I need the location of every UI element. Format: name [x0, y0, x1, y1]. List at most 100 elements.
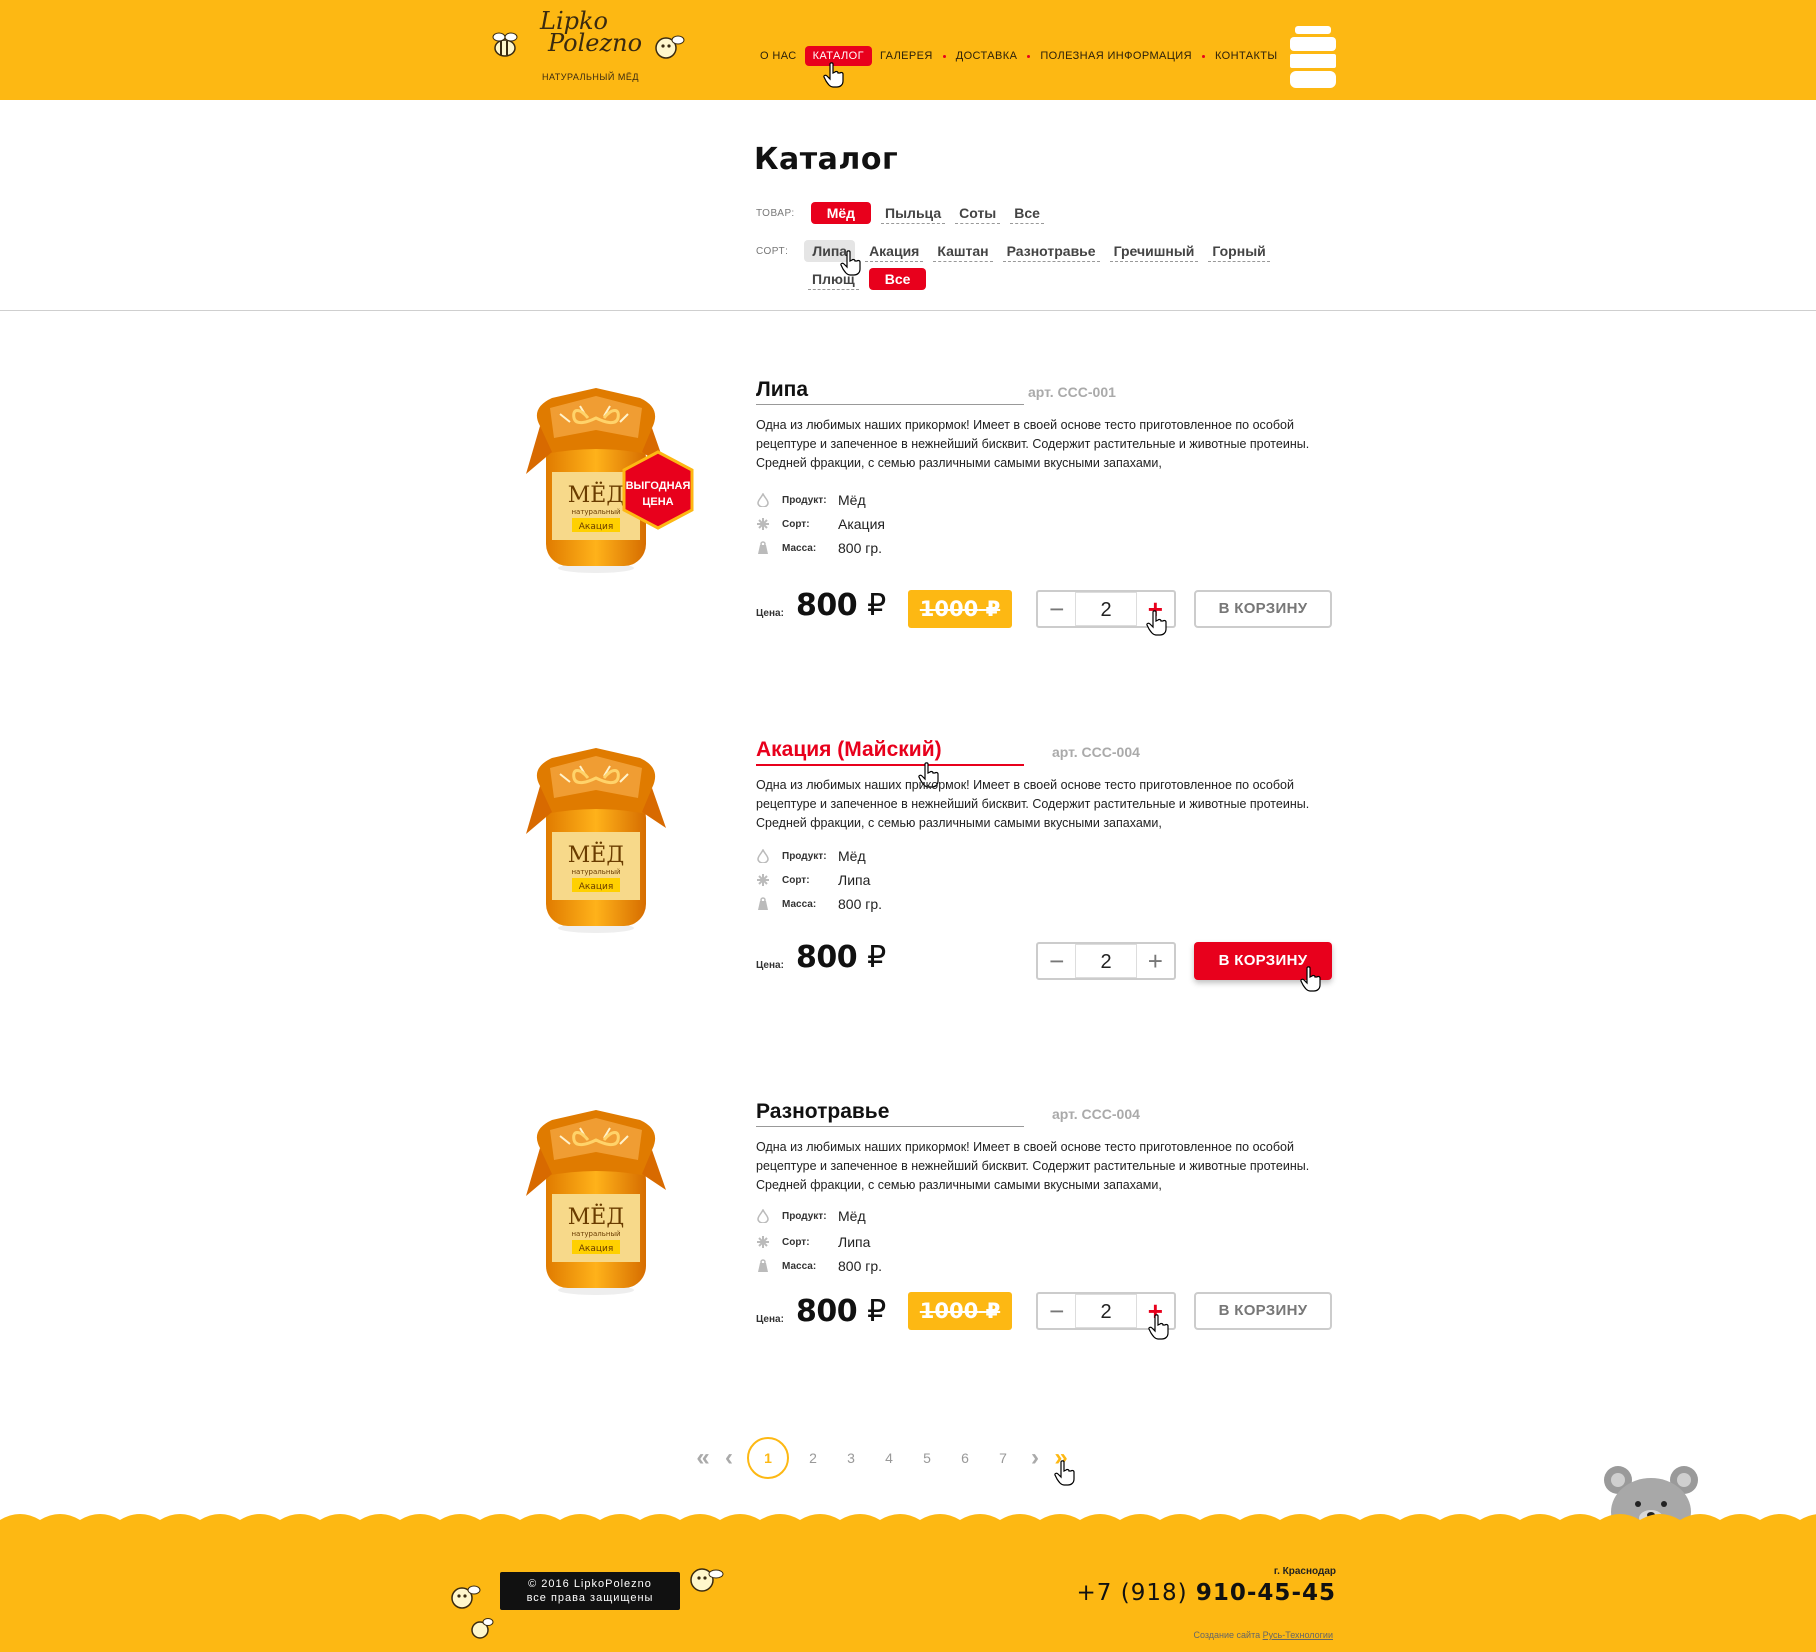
flower-icon [757, 874, 769, 886]
spec-sort-label: Сорт: [782, 874, 810, 886]
weight-icon [758, 1259, 768, 1272]
qty-minus-button[interactable]: − [1038, 1294, 1075, 1328]
product-name[interactable]: Акация (Майский) [756, 738, 1024, 766]
quantity-stepper: − 2 + [1036, 1292, 1176, 1330]
nav-about[interactable]: О нас [752, 46, 805, 66]
nav-catalog[interactable]: Каталог [804, 46, 872, 66]
spec-product: Продукт: Мёд [756, 492, 866, 508]
price: 800 ₽ [796, 1294, 886, 1329]
spec-sort-label: Сорт: [782, 518, 810, 530]
sort-wildflower[interactable]: Разнотравье [1002, 241, 1100, 262]
jar-icon[interactable] [1290, 26, 1336, 88]
bee-icon [492, 32, 518, 57]
product-card: МЁД натуральный Акация Разнотравье арт. … [500, 1100, 1340, 1380]
qty-plus-button[interactable]: + [1137, 1294, 1174, 1328]
bee-icon [451, 1585, 481, 1609]
phone-number[interactable]: +7 (918) 910-45-45 [1077, 1580, 1337, 1606]
site-footer [0, 1520, 1816, 1652]
page-3[interactable]: 3 [832, 1450, 870, 1466]
spec-mass-value: 800 гр. [838, 1258, 883, 1274]
sort-all[interactable]: Все [868, 268, 927, 290]
add-to-cart-button[interactable]: В КОРЗИНУ [1194, 590, 1332, 628]
product-sku: арт. ССС-004 [1052, 1106, 1140, 1122]
filter-all-products[interactable]: Все [1010, 203, 1044, 224]
add-to-cart-button[interactable]: В КОРЗИНУ [1194, 942, 1332, 980]
qty-input[interactable]: 2 [1075, 1294, 1137, 1328]
svg-text:Акация: Акация [579, 522, 614, 532]
logo-text: Lipko Polezno [540, 7, 643, 57]
bee-icon [655, 35, 685, 59]
jar-label-title: МЁД [568, 841, 624, 868]
qty-plus-button[interactable]: + [1137, 592, 1174, 626]
nav-info[interactable]: Полезная информация [1032, 46, 1200, 66]
product-description: Одна из любимых наших прикормок! Имеет в… [756, 1140, 1310, 1192]
flower-icon [757, 1236, 769, 1248]
qty-input[interactable]: 2 [1075, 944, 1137, 978]
divider [0, 310, 1816, 311]
prev-page-button[interactable]: ‹ [716, 1444, 742, 1472]
svg-text:натуральный: натуральный [571, 868, 620, 876]
sort-buckwheat[interactable]: Гречишный [1109, 241, 1199, 262]
page-7[interactable]: 7 [984, 1450, 1022, 1466]
qty-input[interactable]: 2 [1075, 592, 1137, 626]
last-page-button[interactable]: » [1048, 1444, 1074, 1472]
spec-sort: Сорт: Липа [756, 1234, 870, 1250]
nav-contacts[interactable]: Контакты [1207, 46, 1286, 66]
add-to-cart-button[interactable]: В КОРЗИНУ [1194, 1292, 1332, 1330]
page-6[interactable]: 6 [946, 1450, 984, 1466]
product-sku: арт. ССС-001 [1028, 384, 1116, 400]
jar-label-title: МЁД [568, 1203, 624, 1230]
weight-icon [758, 541, 768, 554]
qty-minus-button[interactable]: − [1038, 944, 1075, 978]
product-description: Одна из любимых наших прикормок! Имеет в… [756, 418, 1310, 470]
logo-tagline: НАТУРАЛЬНЫЙ МЁД [542, 72, 639, 82]
sort-acacia[interactable]: Акация [865, 241, 924, 262]
sort-chestnut[interactable]: Каштан [933, 241, 993, 262]
main-nav: О нас Каталог Галерея Доставка Полезная … [752, 46, 1286, 66]
sort-filter: СОРТ: Липа Акация Каштан Разнотравье Гре… [756, 240, 1296, 262]
sort-mountain[interactable]: Горный [1208, 241, 1270, 262]
spec-product-value: Мёд [838, 848, 866, 864]
spec-mass-value: 800 гр. [838, 896, 883, 912]
honey-jar-image[interactable]: МЁД натуральный Акация [500, 1100, 700, 1300]
first-page-button[interactable]: « [690, 1444, 716, 1472]
logo[interactable]: Lipko Polezno НАТУРАЛЬНЫЙ МЁД [488, 8, 688, 88]
filter-combs[interactable]: Соты [955, 203, 1001, 224]
qty-minus-button[interactable]: − [1038, 592, 1075, 626]
honey-jar-image[interactable]: МЁД натуральный Акация [500, 738, 700, 938]
page-4[interactable]: 4 [870, 1450, 908, 1466]
price-label: Цена: [756, 608, 784, 619]
quantity-stepper: − 2 + [1036, 942, 1176, 980]
copyright-line2: все права защищены [526, 1592, 654, 1604]
filter-pollen[interactable]: Пыльца [881, 203, 946, 224]
spec-mass: Масса: 800 гр. [756, 896, 882, 912]
product-filter-label: ТОВАР: [756, 207, 795, 219]
product-name[interactable]: Липа [756, 378, 1024, 405]
drop-icon [757, 849, 769, 863]
page-1[interactable]: 1 [747, 1437, 789, 1479]
spec-mass-value: 800 гр. [838, 540, 883, 556]
sort-linden[interactable]: Липа [804, 240, 856, 262]
developer-link[interactable]: Русь-Технологии [1263, 1630, 1333, 1640]
flower-icon [757, 518, 769, 530]
spec-sort: Сорт: Липа [756, 872, 870, 888]
page-5[interactable]: 5 [908, 1450, 946, 1466]
svg-text:натуральный: натуральный [571, 508, 620, 516]
svg-text:натуральный: натуральный [571, 1230, 620, 1238]
sort-ivy[interactable]: Плющ [808, 269, 859, 290]
developer-credit: Создание сайта Русь-Технологии [1193, 1630, 1333, 1640]
nav-gallery[interactable]: Галерея [872, 46, 941, 66]
product-name[interactable]: Разнотравье [756, 1100, 1024, 1127]
next-page-button[interactable]: › [1022, 1444, 1048, 1472]
page-title: Каталог [754, 142, 899, 177]
spec-product: Продукт: Мёд [756, 848, 866, 864]
spec-product-label: Продукт: [782, 850, 827, 862]
promo-badge: ВЫГОДНАЯ ЦЕНА [625, 480, 691, 508]
spec-mass: Масса: 800 гр. [756, 540, 882, 556]
page-2[interactable]: 2 [794, 1450, 832, 1466]
nav-delivery[interactable]: Доставка [948, 46, 1026, 66]
old-price: 1000 ₽ [908, 1292, 1012, 1330]
city: г. Краснодар [1273, 1566, 1336, 1577]
qty-plus-button[interactable]: + [1137, 944, 1174, 978]
filter-honey[interactable]: Мёд [810, 202, 872, 224]
